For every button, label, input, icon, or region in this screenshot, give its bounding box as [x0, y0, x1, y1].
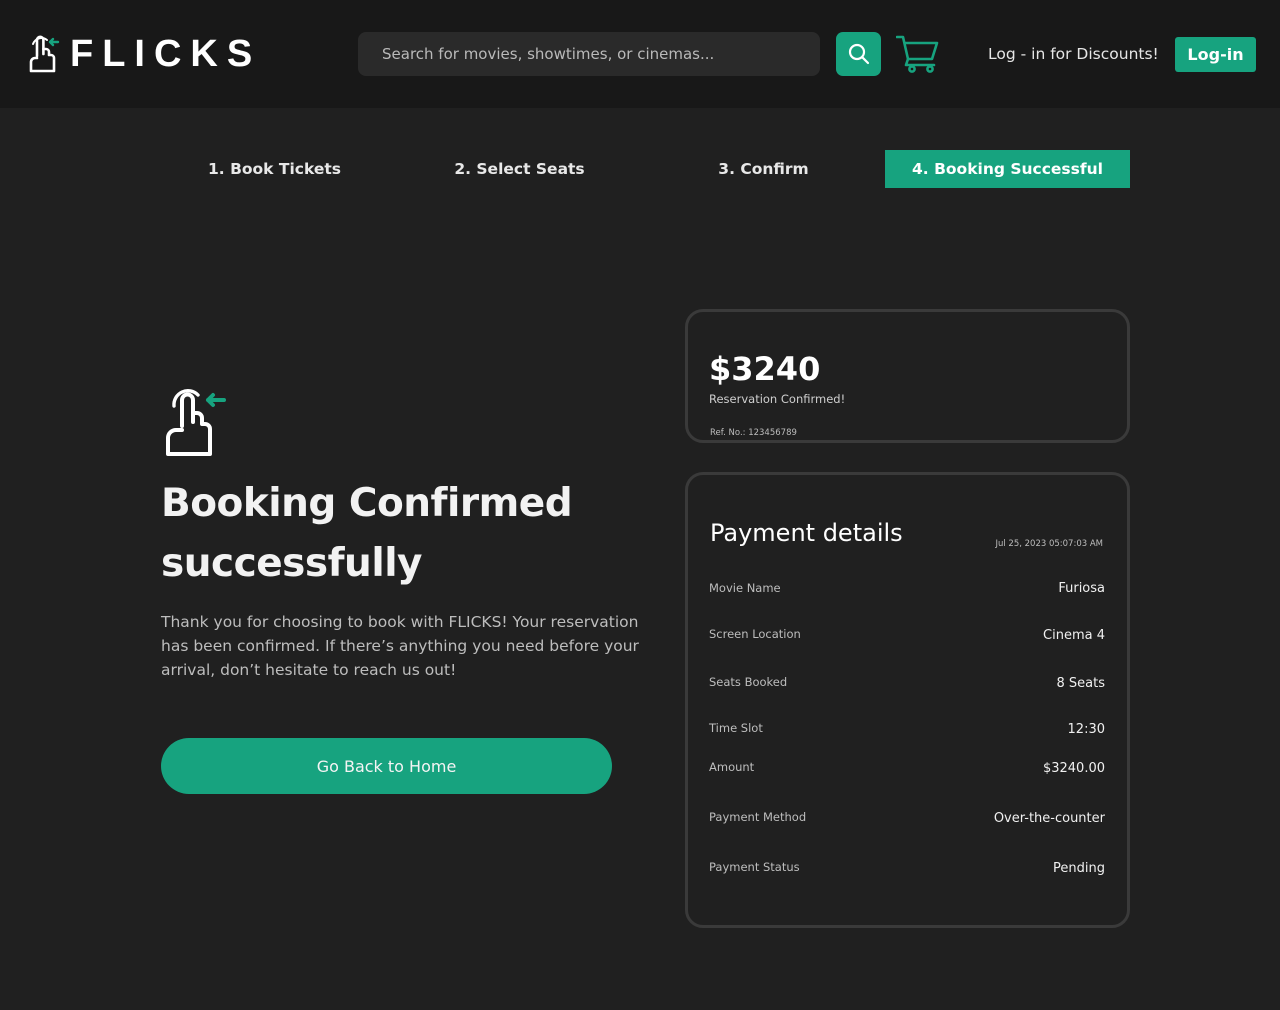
time-slot-label: Time Slot — [709, 721, 763, 735]
amount-summary-card: $3240 Reservation Confirmed! Ref. No.: 1… — [685, 309, 1130, 443]
logo-hand-icon — [29, 35, 60, 73]
payment-details-title: Payment details — [710, 519, 903, 547]
screen-location-label: Screen Location — [709, 627, 801, 641]
step-confirm[interactable]: 3. Confirm — [641, 150, 886, 188]
reference-number: Ref. No.: 123456789 — [710, 428, 797, 438]
payment-details-card: Payment details Jul 25, 2023 05:07:03 AM… — [685, 472, 1130, 928]
step-select-seats[interactable]: 2. Select Seats — [397, 150, 642, 188]
amount-label: Amount — [709, 760, 755, 774]
screen-location-value: Cinema 4 — [1043, 628, 1105, 643]
amount-value: $3240.00 — [1042, 761, 1105, 776]
reservation-status: Reservation Confirmed! — [709, 392, 846, 406]
payment-status-label: Payment Status — [709, 860, 800, 874]
payment-status-value: Pending — [1053, 861, 1105, 876]
title-line-2: successfully — [161, 541, 422, 586]
title-line-1: Booking Confirmed — [161, 481, 573, 526]
top-header: FLICKS Log - in for Discounts! Log-in — [0, 0, 1280, 108]
cart-icon[interactable] — [896, 34, 940, 74]
search-icon — [848, 43, 869, 65]
movie-name-value: Furiosa — [1058, 581, 1105, 596]
payment-method-label: Payment Method — [709, 810, 807, 824]
hand-tap-icon — [166, 389, 226, 456]
login-prompt: Log - in for Discounts! — [988, 45, 1159, 63]
total-amount: $3240 — [709, 350, 821, 388]
search-input[interactable] — [358, 32, 820, 76]
search-button[interactable] — [836, 32, 881, 76]
seats-booked-label: Seats Booked — [709, 675, 788, 689]
step-book-tickets[interactable]: 1. Book Tickets — [152, 150, 397, 188]
movie-name-label: Movie Name — [709, 581, 781, 595]
confirmation-message: Thank you for choosing to book with FLIC… — [161, 613, 639, 679]
step-booking-successful[interactable]: 4. Booking Successful — [885, 150, 1130, 188]
seats-booked-value: 8 Seats — [1056, 676, 1106, 691]
payment-method-value: Over-the-counter — [993, 811, 1105, 826]
brand-name: FLICKS — [70, 33, 262, 75]
brand-logo[interactable]: FLICKS — [26, 34, 261, 74]
login-button[interactable]: Log-in — [1175, 37, 1256, 72]
go-home-button[interactable]: Go Back to Home — [161, 738, 612, 794]
time-slot-value: 12:30 — [1067, 722, 1105, 737]
page-title: Booking Confirmed successfully — [161, 474, 661, 594]
payment-timestamp: Jul 25, 2023 05:07:03 AM — [995, 539, 1103, 549]
